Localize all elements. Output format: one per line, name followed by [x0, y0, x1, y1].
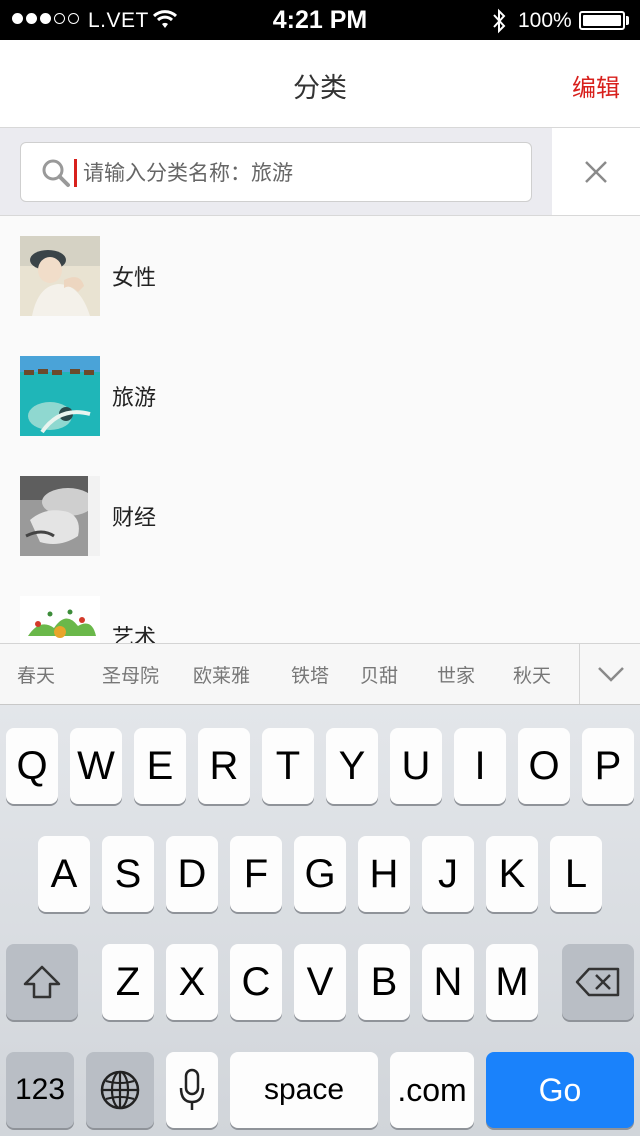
key-a[interactable]: A: [38, 836, 90, 912]
language-key[interactable]: [86, 1052, 154, 1128]
search-input[interactable]: [83, 156, 513, 190]
dotcom-key[interactable]: .com: [390, 1052, 474, 1128]
candidate-word[interactable]: 世家: [437, 661, 475, 688]
category-thumbnail-women: [20, 236, 100, 316]
edit-button[interactable]: 编辑: [572, 68, 620, 103]
dictation-key[interactable]: [166, 1052, 218, 1128]
key-o[interactable]: O: [518, 728, 570, 804]
battery-percentage: 100%: [518, 9, 572, 32]
key-w[interactable]: W: [70, 728, 122, 804]
key-z[interactable]: Z: [102, 944, 154, 1020]
category-item-women[interactable]: 女性: [0, 216, 640, 336]
key-u[interactable]: U: [390, 728, 442, 804]
category-thumbnail-travel: [20, 356, 100, 436]
key-q[interactable]: Q: [6, 728, 58, 804]
category-list: 女性 旅游 财经 艺术: [0, 216, 640, 643]
category-label: 女性: [112, 266, 157, 291]
candidate-bar: 春天 圣母院 欧莱雅 铁塔 贝甜 世家 秋天: [0, 643, 640, 705]
candidate-word[interactable]: 圣母院: [102, 661, 159, 688]
page-title: 分类: [293, 73, 347, 104]
key-s[interactable]: S: [102, 836, 154, 912]
key-i[interactable]: I: [454, 728, 506, 804]
key-v[interactable]: V: [294, 944, 346, 1020]
search-icon: [41, 158, 71, 193]
text-cursor: [74, 159, 77, 187]
expand-candidates-button[interactable]: [579, 644, 640, 704]
go-button[interactable]: Go: [486, 1052, 634, 1128]
space-key[interactable]: space: [230, 1052, 378, 1128]
status-bar: L.VET 4:21 PM 100%: [0, 0, 640, 40]
category-thumbnail-finance: [20, 476, 100, 556]
category-label: 旅游: [112, 386, 157, 411]
bluetooth-icon: [491, 8, 507, 39]
key-h[interactable]: H: [358, 836, 410, 912]
keyboard: Q W E R T Y U I O P A S D F G H J K L Z …: [0, 705, 640, 1136]
clear-search-button[interactable]: [552, 128, 640, 216]
key-g[interactable]: G: [294, 836, 346, 912]
key-p[interactable]: P: [582, 728, 634, 804]
search-bar: [0, 128, 552, 216]
candidate-word[interactable]: 铁塔: [291, 661, 329, 688]
key-m[interactable]: M: [486, 944, 538, 1020]
candidate-word[interactable]: 春天: [17, 661, 55, 688]
shift-arrow-icon: [23, 965, 61, 999]
key-e[interactable]: E: [134, 728, 186, 804]
category-item-finance[interactable]: 财经: [0, 456, 640, 576]
key-x[interactable]: X: [166, 944, 218, 1020]
key-y[interactable]: Y: [326, 728, 378, 804]
category-item-travel[interactable]: 旅游: [0, 336, 640, 456]
category-thumbnail-art: [20, 596, 100, 643]
chevron-down-icon: [598, 667, 624, 682]
key-b[interactable]: B: [358, 944, 410, 1020]
key-f[interactable]: F: [230, 836, 282, 912]
category-label: 艺术: [112, 626, 157, 643]
key-k[interactable]: K: [486, 836, 538, 912]
navigation-bar: 分类 编辑: [0, 40, 640, 128]
backspace-icon: [575, 967, 620, 997]
key-l[interactable]: L: [550, 836, 602, 912]
key-j[interactable]: J: [422, 836, 474, 912]
globe-icon: [100, 1070, 140, 1110]
candidate-word[interactable]: 欧莱雅: [193, 661, 250, 688]
delete-key[interactable]: [562, 944, 634, 1020]
key-t[interactable]: T: [262, 728, 314, 804]
close-icon: [585, 161, 607, 183]
key-c[interactable]: C: [230, 944, 282, 1020]
candidate-word[interactable]: 贝甜: [360, 661, 398, 688]
microphone-icon: [179, 1068, 205, 1110]
numbers-key[interactable]: 123: [6, 1052, 74, 1128]
search-field[interactable]: [20, 142, 532, 202]
candidate-word[interactable]: 秋天: [513, 661, 551, 688]
key-n[interactable]: N: [422, 944, 474, 1020]
category-label: 财经: [112, 506, 157, 531]
key-d[interactable]: D: [166, 836, 218, 912]
category-item-art[interactable]: 艺术: [0, 576, 640, 643]
key-r[interactable]: R: [198, 728, 250, 804]
shift-key[interactable]: [6, 944, 78, 1020]
battery-icon: [579, 11, 625, 30]
battery-tip: [626, 16, 629, 25]
